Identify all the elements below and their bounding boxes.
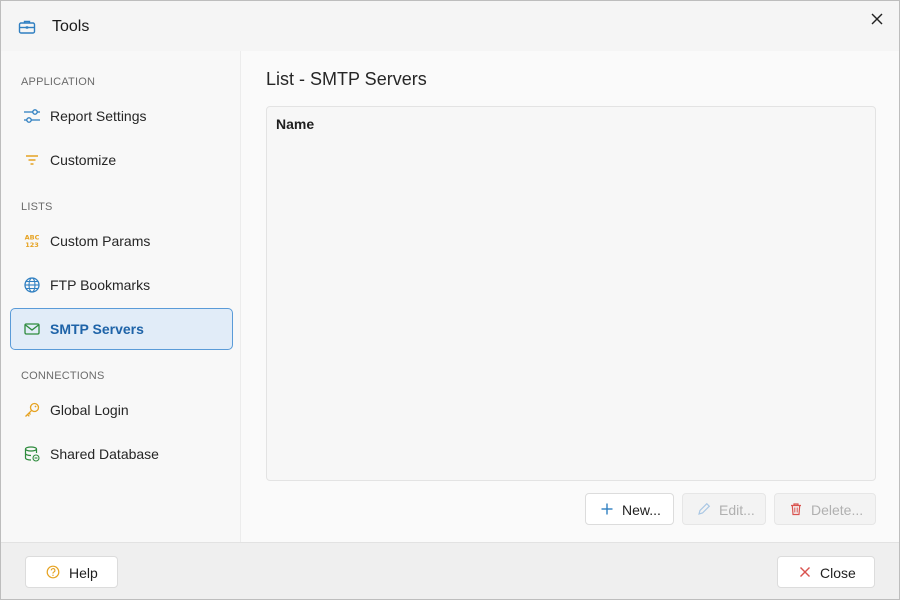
toolbox-icon <box>18 20 36 34</box>
sidebar-item-global-login[interactable]: Global Login <box>10 389 233 431</box>
key-icon <box>25 402 40 417</box>
main-content: List - SMTP Servers Name New... Edit... … <box>242 51 899 542</box>
sidebar-item-label: Custom Params <box>50 233 151 249</box>
trash-icon <box>791 503 801 516</box>
help-icon <box>46 565 60 579</box>
pencil-icon <box>698 502 711 515</box>
close-icon[interactable] <box>867 9 887 29</box>
sidebar-item-label: FTP Bookmarks <box>50 277 151 293</box>
close-button-label: Close <box>820 565 856 581</box>
plus-icon <box>601 503 613 515</box>
window-title: Tools <box>52 18 90 35</box>
sidebar-item-label: Shared Database <box>50 446 159 462</box>
help-button[interactable]: Help <box>25 556 118 588</box>
abc-123-icon: ABC 123 <box>25 234 40 250</box>
globe-icon <box>24 277 40 293</box>
footer: Help Close <box>1 542 899 599</box>
section-header-connections: CONNECTIONS <box>21 370 105 382</box>
section-header-application: APPLICATION <box>21 76 96 88</box>
sliders-icon <box>24 109 40 123</box>
sidebar-item-shared-database[interactable]: Shared Database <box>10 433 233 475</box>
svg-text:123: 123 <box>25 241 39 249</box>
sidebar-item-label: SMTP Servers <box>50 321 144 337</box>
close-icon <box>800 567 810 577</box>
sidebar-item-label: Customize <box>50 152 117 168</box>
sidebar-item-customize[interactable]: Customize <box>10 139 233 181</box>
sidebar-item-ftp-bookmarks[interactable]: FTP Bookmarks <box>10 264 233 306</box>
tools-window: Tools APPLICATION Report Settings Custom… <box>0 0 900 600</box>
column-header-name[interactable]: Name <box>276 116 314 132</box>
sidebar-item-smtp-servers[interactable]: SMTP Servers <box>10 308 233 350</box>
delete-button-label: Delete... <box>811 502 864 518</box>
sidebar: APPLICATION Report Settings Customize LI… <box>1 51 241 542</box>
sidebar-item-report-settings[interactable]: Report Settings <box>10 95 233 137</box>
sidebar-item-custom-params[interactable]: ABC 123 Custom Params <box>10 220 233 262</box>
title-bar: Tools <box>1 1 899 51</box>
database-icon <box>24 446 40 462</box>
envelope-icon <box>24 323 40 335</box>
new-button-label: New... <box>622 502 661 518</box>
page-title: List - SMTP Servers <box>266 69 427 89</box>
filter-icon <box>26 155 38 165</box>
delete-button[interactable]: Delete... <box>774 493 876 525</box>
sidebar-item-label: Global Login <box>50 402 129 418</box>
sidebar-item-label: Report Settings <box>50 108 147 124</box>
close-button[interactable]: Close <box>777 556 875 588</box>
new-button[interactable]: New... <box>585 493 674 525</box>
edit-button[interactable]: Edit... <box>682 493 766 525</box>
section-header-lists: LISTS <box>21 201 53 213</box>
help-button-label: Help <box>69 565 98 581</box>
smtp-server-list[interactable]: Name <box>266 106 876 481</box>
edit-button-label: Edit... <box>719 502 755 518</box>
